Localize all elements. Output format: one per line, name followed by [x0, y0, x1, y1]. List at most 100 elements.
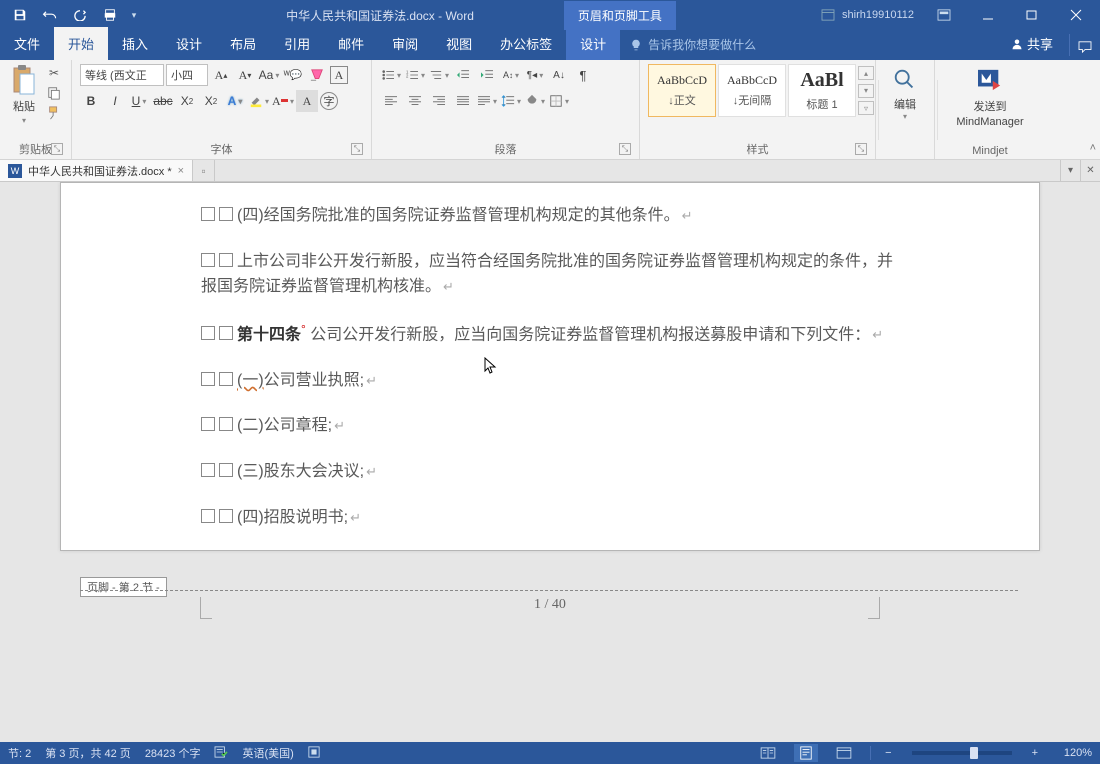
- phonetic-guide-button[interactable]: ᵂ💬: [282, 64, 304, 86]
- change-case-button[interactable]: Aa: [258, 64, 280, 86]
- paragraph[interactable]: (二)公司章程;: [201, 413, 899, 439]
- font-size-combo[interactable]: 小四: [166, 64, 208, 86]
- subscript-button[interactable]: X2: [176, 90, 198, 112]
- tab-close-all-button[interactable]: ✕: [1080, 160, 1100, 181]
- read-mode-button[interactable]: [756, 744, 780, 762]
- editing-dropdown[interactable]: ▾: [903, 112, 907, 121]
- font-color-button[interactable]: A: [272, 90, 294, 112]
- char-border-button[interactable]: A: [330, 66, 348, 84]
- bullets-button[interactable]: [380, 64, 402, 86]
- zoom-out-button[interactable]: −: [885, 747, 891, 759]
- increase-indent-button[interactable]: [476, 64, 498, 86]
- line-spacing-button[interactable]: [500, 90, 522, 112]
- save-button[interactable]: [6, 3, 34, 27]
- text-direction-button[interactable]: ¶◂: [524, 64, 546, 86]
- tab-header-footer-design[interactable]: 设计: [566, 27, 620, 60]
- format-painter-button[interactable]: [44, 104, 64, 122]
- comment-pane-button[interactable]: [1072, 34, 1100, 60]
- styles-launcher[interactable]: ⤡: [855, 143, 867, 155]
- styles-down-button[interactable]: ▾: [858, 84, 874, 98]
- zoom-slider-thumb[interactable]: [970, 747, 978, 759]
- cut-button[interactable]: ✂: [44, 64, 64, 82]
- minimize-button[interactable]: [968, 1, 1008, 29]
- style-heading1[interactable]: AaBl 标题 1: [788, 64, 856, 117]
- status-page[interactable]: 第 3 页，共 42 页: [45, 745, 131, 761]
- undo-button[interactable]: [36, 3, 64, 27]
- char-shading-button[interactable]: A: [296, 90, 318, 112]
- shading-button[interactable]: [524, 90, 546, 112]
- asian-layout-button[interactable]: A↕: [500, 64, 522, 86]
- footer-section-label[interactable]: 页脚 - 第 2 节 -: [80, 577, 167, 597]
- tell-me-input[interactable]: 告诉我你想要做什么: [620, 29, 997, 60]
- show-marks-button[interactable]: ¶: [572, 64, 594, 86]
- tab-layout[interactable]: 布局: [216, 27, 270, 60]
- close-tab-button[interactable]: ×: [178, 165, 184, 177]
- account-icon[interactable]: [818, 7, 838, 23]
- qat-more-button[interactable]: ▾: [126, 3, 142, 27]
- shrink-font-button[interactable]: A▾: [234, 64, 256, 86]
- styles-up-button[interactable]: ▴: [858, 66, 874, 80]
- status-word-count[interactable]: 28423 个字: [145, 745, 201, 761]
- paragraph[interactable]: (一)公司营业执照;: [201, 368, 899, 394]
- close-button[interactable]: [1056, 1, 1096, 29]
- macro-record-icon[interactable]: [308, 746, 320, 761]
- ribbon-display-button[interactable]: [924, 1, 964, 29]
- copy-button[interactable]: [44, 84, 64, 102]
- styles-expand-button[interactable]: ▿: [858, 101, 874, 115]
- paragraph[interactable]: 上市公司非公开发行新股，应当符合经国务院批准的国务院证券监督管理机构规定的条件，…: [201, 249, 899, 300]
- tab-references[interactable]: 引用: [270, 27, 324, 60]
- zoom-level[interactable]: 120%: [1052, 747, 1092, 759]
- tab-insert[interactable]: 插入: [108, 27, 162, 60]
- zoom-slider[interactable]: [912, 751, 1012, 755]
- paste-dropdown[interactable]: ▾: [22, 116, 26, 125]
- align-center-button[interactable]: [404, 90, 426, 112]
- paste-button[interactable]: [8, 64, 40, 96]
- borders-button[interactable]: [548, 90, 570, 112]
- tab-view[interactable]: 视图: [432, 27, 486, 60]
- print-layout-button[interactable]: [794, 744, 818, 762]
- tab-file[interactable]: 文件: [0, 27, 54, 60]
- spellcheck-icon[interactable]: [214, 746, 228, 761]
- grow-font-button[interactable]: A▴: [210, 64, 232, 86]
- font-name-combo[interactable]: 等线 (西文正: [80, 64, 164, 86]
- style-normal[interactable]: AaBbCcD ↓正文: [648, 64, 716, 117]
- paragraph[interactable]: (四)经国务院批准的国务院证券监督管理机构规定的其他条件。: [201, 203, 899, 229]
- tab-dropdown-button[interactable]: ▾: [1060, 160, 1080, 181]
- bold-button[interactable]: B: [80, 90, 102, 112]
- align-right-button[interactable]: [428, 90, 450, 112]
- paragraph[interactable]: (三)股东大会决议;: [201, 459, 899, 485]
- italic-button[interactable]: I: [104, 90, 126, 112]
- paragraph-launcher[interactable]: ⤡: [619, 143, 631, 155]
- font-launcher[interactable]: ⤡: [351, 143, 363, 155]
- underline-button[interactable]: U: [128, 90, 150, 112]
- paragraph[interactable]: (四)招股说明书;: [201, 505, 899, 531]
- document-tab[interactable]: W 中华人民共和国证券法.docx * ×: [0, 160, 193, 181]
- redo-button[interactable]: [66, 3, 94, 27]
- highlight-button[interactable]: [248, 90, 270, 112]
- maximize-button[interactable]: [1012, 1, 1052, 29]
- paragraph[interactable]: 第十四条° 公司公开发行新股，应当向国务院证券监督管理机构报送募股申请和下列文件…: [201, 320, 899, 348]
- align-left-button[interactable]: [380, 90, 402, 112]
- align-justify-button[interactable]: [452, 90, 474, 112]
- quick-print-button[interactable]: [96, 3, 124, 27]
- clear-format-button[interactable]: [306, 64, 328, 86]
- tab-office-tabs[interactable]: 办公标签: [486, 27, 566, 60]
- send-to-mindmanager-button[interactable]: [974, 64, 1006, 96]
- multilevel-list-button[interactable]: [428, 64, 450, 86]
- style-no-spacing[interactable]: AaBbCcD ↓无间隔: [718, 64, 786, 117]
- strike-button[interactable]: abc: [152, 90, 174, 112]
- tab-design[interactable]: 设计: [162, 27, 216, 60]
- sort-button[interactable]: A↓: [548, 64, 570, 86]
- share-button[interactable]: 共享: [997, 27, 1067, 60]
- tab-review[interactable]: 审阅: [378, 27, 432, 60]
- status-section[interactable]: 节: 2: [8, 745, 31, 761]
- page-body[interactable]: (四)经国务院批准的国务院证券监督管理机构规定的其他条件。 上市公司非公开发行新…: [61, 183, 1039, 530]
- collapse-ribbon-button[interactable]: ˄: [1090, 142, 1096, 154]
- workspace[interactable]: (四)经国务院批准的国务院证券监督管理机构规定的其他条件。 上市公司非公开发行新…: [0, 182, 1100, 742]
- tab-home[interactable]: 开始: [54, 27, 108, 60]
- clipboard-launcher[interactable]: ⤡: [51, 143, 63, 155]
- status-language[interactable]: 英语(美国): [242, 745, 293, 761]
- superscript-button[interactable]: X2: [200, 90, 222, 112]
- tab-mail[interactable]: 邮件: [324, 27, 378, 60]
- text-effects-button[interactable]: A: [224, 90, 246, 112]
